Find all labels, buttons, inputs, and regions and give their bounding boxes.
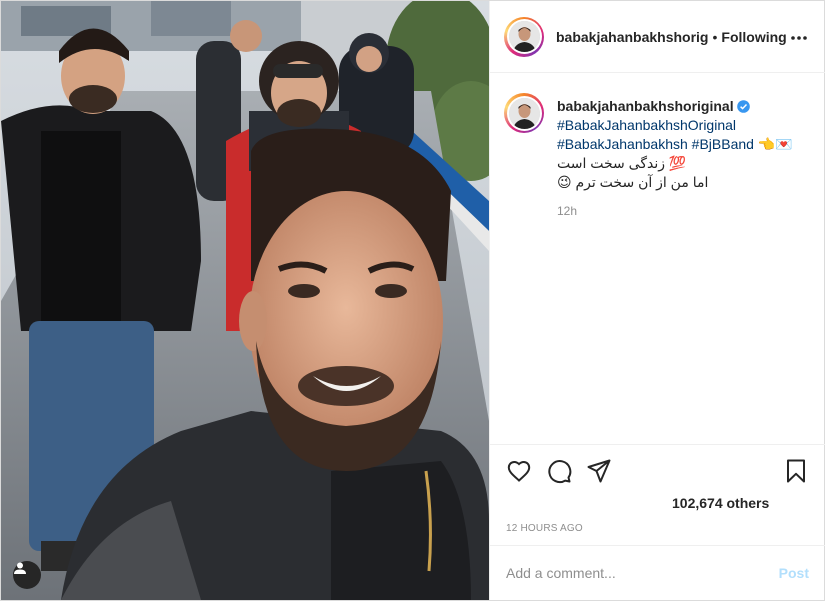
- header-avatar[interactable]: [504, 16, 544, 57]
- caption-text: babakjahanbakhshoriginal #BabakJahanbakh…: [557, 97, 793, 221]
- header-username[interactable]: babakjahanbakhshorig: [556, 29, 708, 45]
- post-dialog: babakjahanbakhshorig • Following babakja…: [0, 0, 825, 601]
- paper-plane-icon[interactable]: [586, 458, 612, 484]
- likes-count[interactable]: 102,674 others: [672, 495, 769, 511]
- hashtag-link[interactable]: #BabakJahanbakhshOriginal: [557, 117, 736, 133]
- caption-time[interactable]: 12h: [557, 202, 793, 221]
- heart-icon[interactable]: [506, 458, 532, 484]
- post-caption: babakjahanbakhshoriginal #BabakJahanbakh…: [504, 93, 814, 221]
- hashtag-link[interactable]: #BjBBand: [692, 136, 754, 152]
- comment-input[interactable]: [506, 565, 779, 581]
- post-sidebar: babakjahanbakhshorig • Following babakja…: [489, 1, 825, 600]
- caption-line-1: 💯 زندگی سخت است: [557, 155, 687, 171]
- verified-badge-icon: [736, 100, 750, 113]
- avatar-photo-icon: [508, 21, 540, 52]
- caption-emoji: 👈💌: [757, 136, 793, 152]
- caption-avatar[interactable]: [504, 93, 544, 133]
- header-separator: •: [712, 28, 718, 45]
- post-timestamp[interactable]: 12 HOURS AGO: [506, 523, 583, 534]
- caption-line-2: اما من از آن سخت ترم 😉: [557, 174, 709, 190]
- comment-icon[interactable]: [546, 458, 572, 484]
- user-tag-icon[interactable]: [13, 561, 41, 589]
- hashtag-link[interactable]: #BabakJahanbakhsh: [557, 136, 688, 152]
- comment-form: Post: [490, 545, 825, 600]
- caption-username[interactable]: babakjahanbakhshoriginal: [557, 98, 734, 114]
- post-photo[interactable]: [1, 1, 489, 600]
- post-comment-button[interactable]: Post: [779, 565, 809, 581]
- photo-illustration: [1, 1, 489, 600]
- action-bar: [490, 444, 825, 496]
- following-button[interactable]: Following: [721, 29, 786, 45]
- avatar-photo-icon: [508, 97, 540, 129]
- post-header: babakjahanbakhshorig • Following: [490, 1, 825, 73]
- ellipsis-icon[interactable]: [789, 28, 809, 48]
- bookmark-icon[interactable]: [783, 458, 809, 484]
